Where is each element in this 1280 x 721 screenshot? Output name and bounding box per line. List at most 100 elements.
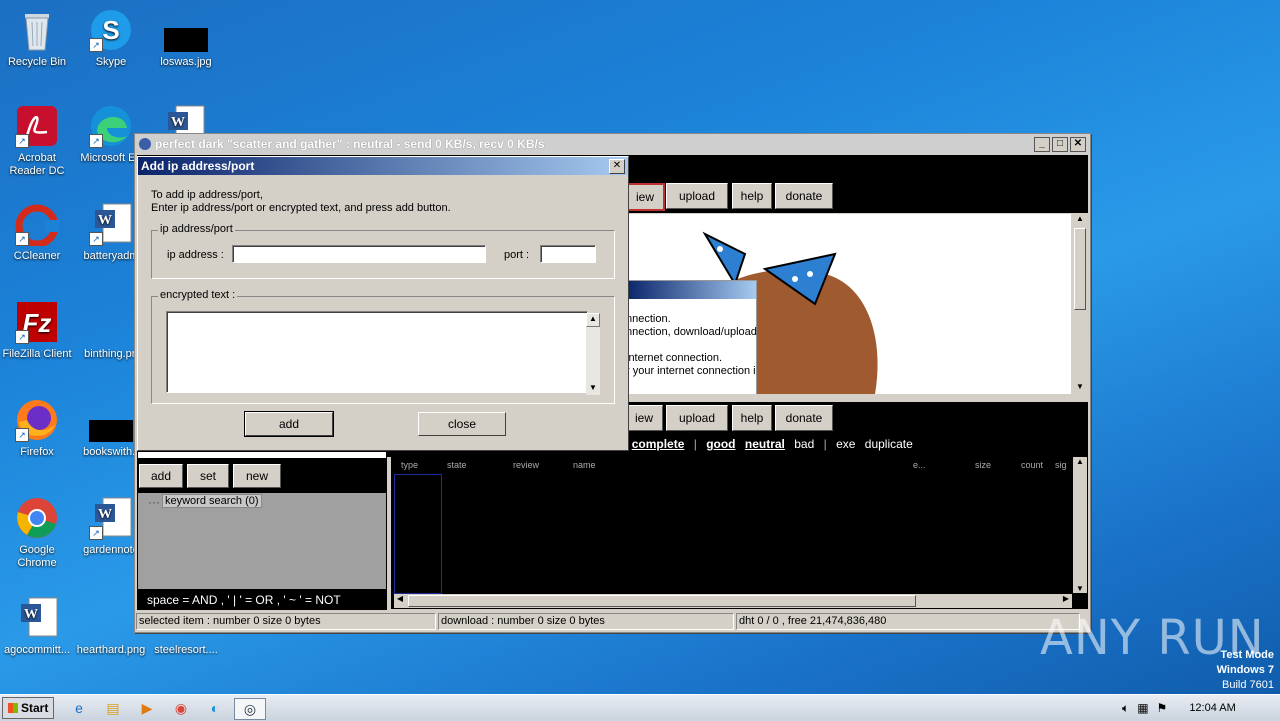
view-button-2[interactable]: iew — [625, 405, 663, 431]
results-vscroll[interactable]: ▲ ▼ — [1073, 457, 1087, 593]
volume-icon[interactable]: 🔈︎ — [1122, 701, 1129, 716]
scroll-right-icon[interactable]: ▶ — [1060, 594, 1072, 603]
app-icon — [139, 138, 151, 150]
col-name[interactable]: name — [573, 460, 596, 470]
desktop-icon-label: CCleaner — [13, 250, 61, 262]
clock[interactable]: 12:04 AM — [1189, 702, 1235, 714]
svg-text:W: W — [98, 507, 112, 522]
filter-neutral[interactable]: neutral — [745, 437, 785, 451]
perfect-dark-taskbar-button[interactable]: ◎ — [234, 698, 266, 720]
word-doc-icon: W ↗ — [89, 202, 133, 246]
col-state[interactable]: state — [447, 460, 467, 470]
skype-icon: S ↗ — [89, 8, 133, 52]
dialog-instructions: To add ip address/port, Enter ip address… — [151, 189, 451, 215]
desktop-icon-acrobat[interactable]: ↗ Acrobat Reader DC — [0, 104, 74, 178]
start-button[interactable]: Start — [2, 697, 54, 719]
desktop-icon-chrome[interactable]: Google Chrome — [0, 496, 74, 570]
window-titlebar[interactable]: perfect dark "scatter and gather" : neut… — [135, 134, 1090, 154]
ip-address-input[interactable] — [232, 245, 486, 263]
scroll-down-icon[interactable]: ▼ — [1073, 382, 1087, 394]
results-hscroll[interactable]: ◀ ▶ — [394, 594, 1072, 608]
windows-version-line: Windows 7 — [1216, 664, 1274, 676]
filter-exe[interactable]: exe — [836, 437, 855, 451]
chrome-taskbar-icon[interactable]: ◉ — [170, 698, 192, 718]
upload-button-2[interactable]: upload — [666, 405, 728, 431]
col-review[interactable]: review — [513, 460, 539, 470]
scroll-thumb[interactable] — [1074, 228, 1086, 310]
ip-address-label: ip address : — [167, 249, 224, 261]
window-title: perfect dark "scatter and gather" : neut… — [155, 137, 545, 151]
view-button[interactable]: iew — [625, 183, 665, 211]
donate-button[interactable]: donate — [775, 183, 833, 209]
scroll-up-icon[interactable]: ▲ — [1073, 457, 1087, 466]
scroll-down-icon[interactable]: ▼ — [586, 383, 600, 395]
build-line: Build 7601 — [1222, 679, 1274, 691]
col-extension[interactable]: e... — [913, 460, 926, 470]
set-keyword-button[interactable]: set — [187, 464, 229, 488]
desktop-icon-recycle-bin[interactable]: Recycle Bin — [0, 8, 74, 69]
filter-good[interactable]: good — [706, 437, 735, 451]
upload-button[interactable]: upload — [666, 183, 728, 209]
filter-links: d complete | good neutral bad | exe dupl… — [615, 437, 919, 451]
recycle-bin-icon — [15, 8, 59, 52]
help-button[interactable]: help — [732, 183, 772, 209]
help-button-2[interactable]: help — [732, 405, 772, 431]
port-input[interactable] — [540, 245, 596, 263]
add-button[interactable]: add — [244, 411, 334, 437]
scroll-up-icon[interactable]: ▲ — [1073, 214, 1087, 226]
scroll-down-icon[interactable]: ▼ — [1073, 584, 1087, 593]
filter-duplicate[interactable]: duplicate — [865, 437, 913, 451]
status-dht: dht 0 / 0 , free 21,474,836,480 — [736, 613, 1080, 630]
firefox-icon: ↗ — [15, 398, 59, 442]
close-button[interactable]: close — [418, 412, 506, 436]
tree-item-keyword-search[interactable]: keyword search (0) — [162, 494, 262, 508]
word-doc-icon: W ↗ — [89, 496, 133, 540]
desktop-icon-firefox[interactable]: ↗ Firefox — [0, 398, 74, 459]
windows-logo-icon — [7, 703, 18, 713]
desktop-icon-filezilla[interactable]: Fz ↗ FileZilla Client — [0, 300, 74, 361]
filter-bad[interactable]: bad — [794, 437, 814, 451]
new-keyword-button[interactable]: new — [233, 464, 281, 488]
flag-icon[interactable]: ⚑ — [1157, 701, 1168, 715]
filter-complete[interactable]: complete — [632, 437, 685, 451]
status-selected: selected item : number 0 size 0 bytes — [136, 613, 436, 630]
ie-icon[interactable]: e — [68, 698, 90, 718]
svg-text:S: S — [102, 15, 119, 45]
instruction-line-2: Enter ip address/port or encrypted text,… — [151, 202, 451, 214]
desktop-icon-label: loswas.jpg — [160, 56, 212, 68]
ip-port-group: ip address/port ip address : port : — [151, 223, 615, 279]
scroll-up-icon[interactable]: ▲ — [586, 313, 600, 327]
donate-button-2[interactable]: donate — [775, 405, 833, 431]
add-keyword-button[interactable]: add — [139, 464, 183, 488]
close-button[interactable]: ✕ — [1070, 137, 1086, 152]
desktop-icon-skype[interactable]: S ↗ Skype — [74, 8, 148, 69]
desktop-icon-loswas[interactable]: loswas.jpg — [149, 8, 223, 69]
image-file-icon — [89, 398, 135, 442]
desktop-icon-label: Acrobat Reader DC — [9, 152, 65, 177]
col-type[interactable]: type — [401, 460, 418, 470]
col-size[interactable]: size — [975, 460, 991, 470]
hscroll-thumb[interactable] — [408, 595, 916, 607]
desktop-icon-label: Skype — [95, 56, 127, 68]
dialog-title[interactable]: Add ip address/port — [138, 157, 628, 175]
desktop-icon-label: agocommitt... — [3, 644, 71, 656]
desktop-icon-ccleaner[interactable]: ↗ CCleaner — [0, 202, 74, 263]
status-bar: selected item : number 0 size 0 bytes do… — [135, 612, 1090, 631]
col-signature[interactable]: sig — [1055, 460, 1067, 470]
maximize-button[interactable]: □ — [1052, 137, 1068, 152]
encrypted-text-input[interactable] — [166, 311, 588, 393]
banner-scrollbar[interactable]: ▲ ▼ — [1073, 214, 1087, 394]
edge-taskbar-icon[interactable]: ◐ — [204, 698, 226, 718]
encrypted-text-scrollbar[interactable]: ▲ ▼ — [586, 313, 600, 395]
image-file-icon — [89, 596, 133, 640]
dialog-close-icon[interactable]: ✕ — [609, 159, 625, 174]
media-player-icon[interactable]: ▶ — [136, 698, 158, 718]
encrypted-text-label: encrypted text : — [158, 289, 238, 301]
explorer-icon[interactable]: ▤ — [102, 698, 124, 718]
search-hint: space = AND , ' | ' = OR , ' ~ ' = NOT — [138, 590, 386, 610]
network-icon[interactable]: ▦ — [1137, 701, 1148, 715]
minimize-button[interactable]: _ — [1034, 137, 1050, 152]
col-count[interactable]: count — [1021, 460, 1043, 470]
scroll-left-icon[interactable]: ◀ — [394, 594, 406, 603]
desktop-icon-agocommitt[interactable]: W agocommitt... — [0, 596, 74, 657]
